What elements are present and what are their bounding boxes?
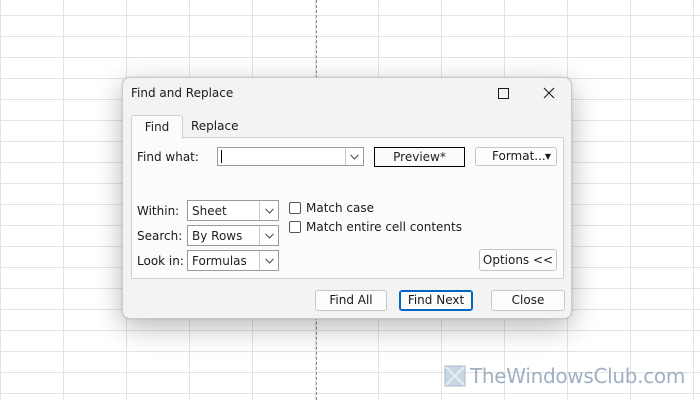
windows-club-logo-icon [444,365,466,387]
tab-find[interactable]: Find [131,115,183,139]
look-in-value: Formulas [192,254,247,268]
find-all-label: Find All [329,293,373,307]
find-next-label: Find Next [407,293,465,307]
find-what-combo[interactable] [217,147,364,166]
within-value: Sheet [192,204,227,218]
format-preview: Preview* [374,147,465,167]
search-select[interactable]: By Rows [187,225,279,246]
chevron-down-icon [264,232,274,239]
within-label: Within: [137,204,180,218]
close-label: Close [511,293,545,307]
tab-replace[interactable]: Replace [185,115,244,137]
title-bar[interactable]: Find and Replace [123,78,571,108]
find-what-dropdown-button[interactable] [345,148,363,165]
window-close-button[interactable] [527,78,571,108]
within-select[interactable]: Sheet [187,200,279,221]
find-what-label: Find what: [137,150,199,164]
search-dropdown-button[interactable] [259,226,278,245]
within-dropdown-button[interactable] [259,201,278,220]
chevron-down-icon [264,257,274,264]
dialog-title: Find and Replace [131,86,234,100]
text-caret [221,150,222,163]
look-in-dropdown-button[interactable] [259,251,278,270]
options-button[interactable]: Options << [479,249,557,271]
match-entire-checkbox[interactable] [289,221,301,233]
match-case-label[interactable]: Match case [306,201,374,215]
close-button[interactable]: Close [491,290,565,311]
look-in-select[interactable]: Formulas [187,250,279,271]
chevron-down-icon [350,153,359,160]
watermark: TheWindowsClub.com [444,363,685,389]
find-all-button[interactable]: Find All [315,290,387,311]
find-replace-dialog: Find and Replace Find Replace Find what:… [122,77,572,319]
match-case-checkbox[interactable] [289,202,301,214]
look-in-label: Look in: [137,254,184,268]
format-button[interactable]: Format... ▼ [475,147,557,166]
close-icon [543,87,555,99]
match-entire-label[interactable]: Match entire cell contents [306,220,462,234]
maximize-icon [497,87,509,99]
format-button-label: Format... [492,149,546,163]
options-button-label: Options << [482,253,554,267]
find-next-button[interactable]: Find Next [399,290,473,311]
tab-find-label: Find [144,120,170,134]
find-what-input[interactable] [218,148,350,165]
dropdown-arrow-icon: ▼ [544,152,551,161]
maximize-button[interactable] [481,78,525,108]
search-label: Search: [137,229,183,243]
tab-replace-label: Replace [191,119,239,133]
chevron-down-icon [264,207,274,214]
search-value: By Rows [192,229,243,243]
watermark-text: TheWindowsClub.com [470,364,686,388]
